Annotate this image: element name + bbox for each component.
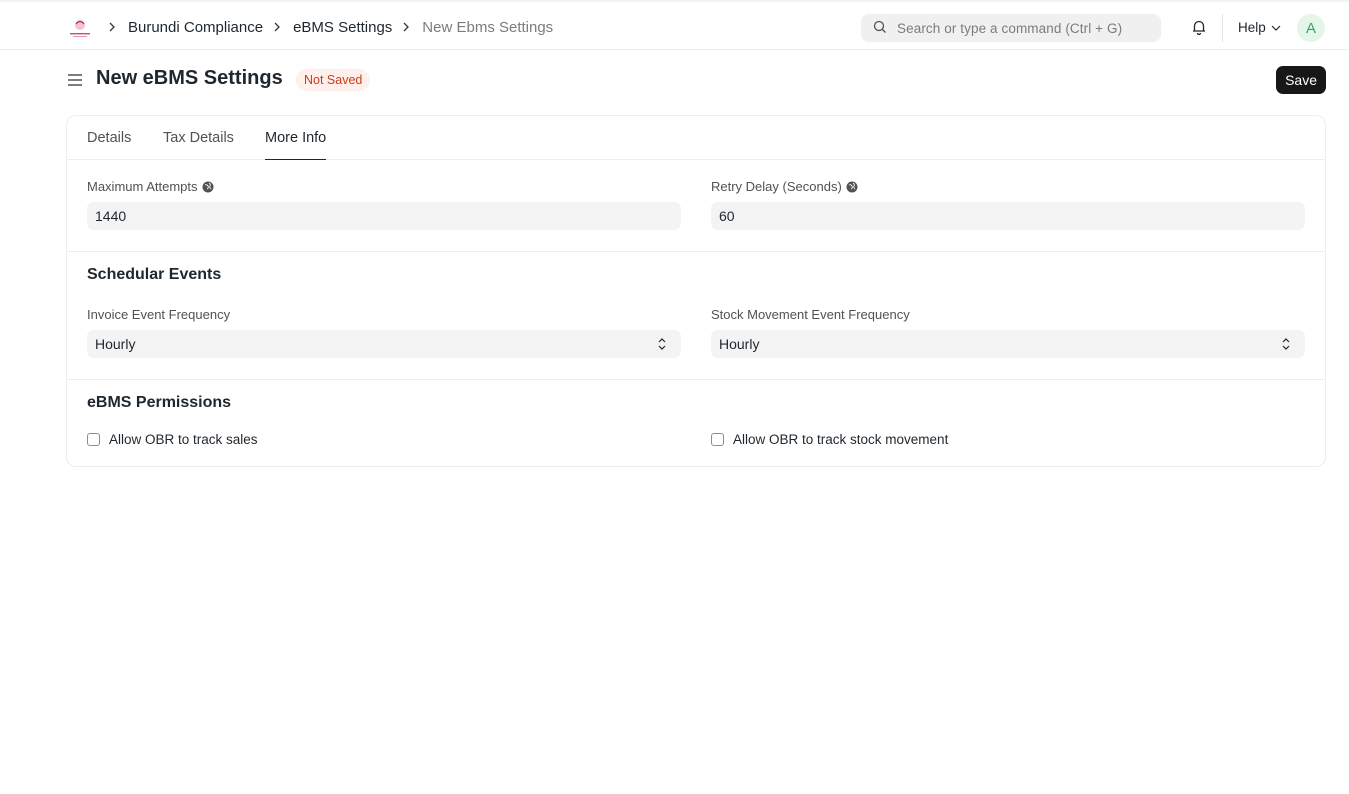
retry-delay-input[interactable]: 60 — [711, 202, 1305, 230]
schedular-events-section: Schedular Events Invoice Event Frequency… — [67, 252, 1325, 380]
chevron-right-icon — [402, 19, 412, 35]
form-tabs: Details Tax Details More Info — [67, 116, 1325, 160]
chevron-down-icon — [1271, 24, 1281, 32]
breadcrumb-item-current[interactable]: New Ebms Settings — [422, 19, 553, 36]
retry-delay-label-text: Retry Delay (Seconds) — [711, 179, 842, 194]
max-attempts-label: Maximum Attempts — [87, 179, 214, 194]
form-card: Details Tax Details More Info Maximum At… — [66, 115, 1326, 467]
select-arrows-icon — [657, 337, 667, 351]
max-attempts-label-text: Maximum Attempts — [87, 179, 198, 194]
breadcrumb: Burundi Compliance eBMS Settings New Ebm… — [108, 2, 563, 52]
ebms-permissions-section: eBMS Permissions Allow OBR to track sale… — [67, 380, 1325, 466]
status-badge: Not Saved — [296, 69, 371, 91]
notification-bell-icon[interactable] — [1190, 18, 1208, 36]
chevron-right-icon — [108, 19, 118, 35]
section-title-ebms-permissions: eBMS Permissions — [87, 394, 232, 411]
retry-delay-label: Retry Delay (Seconds) — [711, 179, 858, 194]
track-stock-checkbox-row[interactable]: Allow OBR to track stock movement — [711, 432, 948, 447]
section-title-schedular-events: Schedular Events — [87, 266, 222, 283]
hamburger-menu-icon[interactable] — [66, 71, 84, 89]
divider — [1222, 14, 1223, 42]
stock-frequency-label: Stock Movement Event Frequency — [711, 307, 910, 322]
help-dropdown[interactable]: Help — [1238, 20, 1281, 35]
navbar: Burundi Compliance eBMS Settings New Ebm… — [0, 0, 1349, 50]
track-sales-label: Allow OBR to track sales — [109, 432, 258, 447]
page-header: New eBMS Settings Not Saved Save — [66, 60, 1326, 100]
app-logo[interactable] — [67, 16, 93, 40]
save-button[interactable]: Save — [1276, 66, 1326, 94]
invoice-frequency-value: Hourly — [95, 336, 136, 352]
globe-icon — [846, 181, 858, 193]
invoice-frequency-select[interactable]: Hourly — [87, 330, 681, 358]
avatar[interactable]: A — [1297, 14, 1325, 42]
more-info-section: Maximum Attempts 1440 Retry Delay (Secon… — [67, 160, 1325, 252]
tab-tax-details[interactable]: Tax Details — [163, 116, 234, 160]
track-stock-checkbox[interactable] — [711, 433, 724, 446]
select-arrows-icon — [1281, 337, 1291, 351]
chevron-right-icon — [273, 19, 283, 35]
search-icon — [873, 20, 887, 37]
track-sales-checkbox[interactable] — [87, 433, 100, 446]
search-bar[interactable]: Search or type a command (Ctrl + G) — [861, 14, 1161, 42]
stock-frequency-value: Hourly — [719, 336, 760, 352]
globe-icon — [202, 181, 214, 193]
help-label: Help — [1238, 20, 1266, 35]
track-sales-checkbox-row[interactable]: Allow OBR to track sales — [87, 432, 258, 447]
invoice-frequency-label: Invoice Event Frequency — [87, 307, 231, 322]
stock-frequency-select[interactable]: Hourly — [711, 330, 1305, 358]
breadcrumb-item-burundi-compliance[interactable]: Burundi Compliance — [128, 19, 263, 36]
tab-details[interactable]: Details — [87, 116, 131, 160]
track-stock-label: Allow OBR to track stock movement — [733, 432, 949, 447]
breadcrumb-item-ebms-settings[interactable]: eBMS Settings — [293, 19, 392, 36]
page-title: New eBMS Settings — [96, 67, 283, 89]
max-attempts-input[interactable]: 1440 — [87, 202, 681, 230]
tab-more-info[interactable]: More Info — [265, 116, 327, 160]
search-placeholder: Search or type a command (Ctrl + G) — [897, 20, 1123, 36]
